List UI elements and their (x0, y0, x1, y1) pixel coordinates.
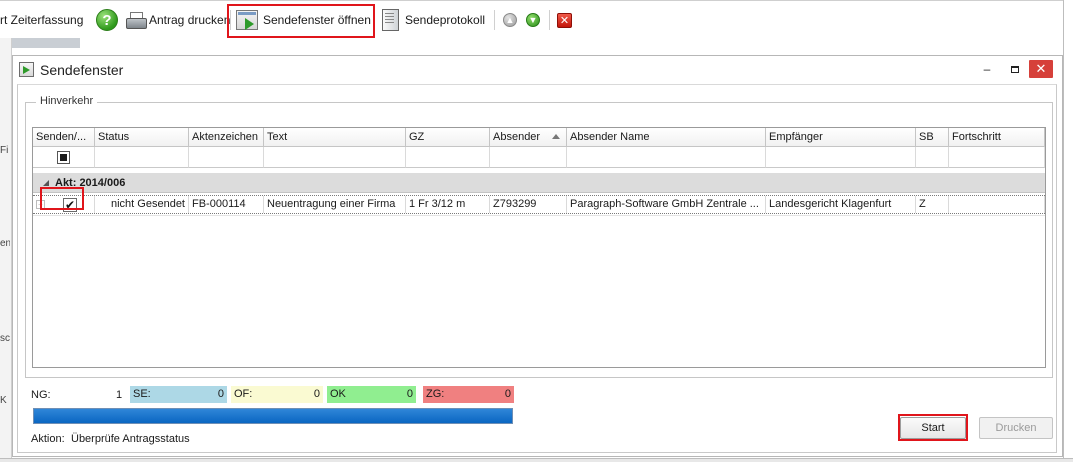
ok-label: OK (330, 388, 346, 400)
help-icon: ? (96, 9, 118, 31)
of-value: 0 (313, 388, 320, 400)
column-header-senden[interactable]: Senden/... (33, 128, 95, 147)
zg-status-box: ZG: 0 (423, 386, 514, 403)
send-progress-bar (33, 408, 513, 424)
minimize-button[interactable]: – (975, 60, 999, 78)
cell-status: nicht Gesendet (95, 196, 189, 213)
collapse-triangle-icon[interactable] (43, 180, 49, 186)
antrag-drucken-label: Antrag drucken (149, 13, 231, 27)
cell-empfaenger: Landesgericht Klagenfurt (766, 196, 916, 213)
ng-label: NG: (31, 389, 51, 401)
cell-aktenzeichen: FB-000114 (189, 196, 264, 213)
filter-cell-text[interactable] (264, 147, 406, 168)
drucken-button[interactable]: Drucken (979, 417, 1053, 439)
progress-fill (34, 409, 512, 423)
cell-absender-name: Paragraph-Software GmbH Zentrale ... (567, 196, 766, 213)
se-status-box: SE: 0 (130, 386, 227, 403)
row-divider (33, 215, 1045, 216)
cell-text: Neuentragung einer Firma (264, 196, 406, 213)
dialog-titlebar[interactable]: Sendefenster – ✕ (13, 56, 1062, 84)
se-label: SE: (133, 388, 151, 400)
cell-sb: Z (916, 196, 949, 213)
checkbox-highlight (40, 187, 84, 210)
cell-fortschritt (949, 196, 1045, 213)
ok-value: 0 (406, 388, 413, 400)
sendefenster-dialog: Sendefenster – ✕ Senden/... Status Akten… (12, 55, 1063, 457)
zeiterfassung-button[interactable]: rt Zeiterfassung (0, 1, 83, 39)
background-text-fragment: en (0, 238, 10, 249)
window-bottom-border (0, 458, 1073, 462)
arrow-up-icon: ▲ (503, 13, 517, 27)
filter-cell-gz[interactable] (406, 147, 490, 168)
hinverkehr-group-label: Hinverkehr (36, 95, 98, 107)
maximize-icon (1011, 65, 1019, 73)
column-header-fortschritt[interactable]: Fortschritt (949, 128, 1045, 147)
filter-cell-fortschritt[interactable] (949, 147, 1045, 168)
filter-cell-absender-name[interactable] (567, 147, 766, 168)
column-header-absender-name[interactable]: Absender Name (567, 128, 766, 147)
maximize-button[interactable] (1003, 60, 1027, 78)
close-app-button[interactable]: ✕ (557, 1, 572, 39)
arrow-down-icon: ▼ (526, 13, 540, 27)
antrag-drucken-button[interactable]: Antrag drucken (126, 1, 230, 39)
printer-icon (126, 12, 147, 29)
table-row[interactable]: + ✔ nicht Gesendet FB-000114 Neuentragun… (33, 195, 1045, 214)
background-text-fragment: sc (0, 333, 10, 344)
column-header-gz[interactable]: GZ (406, 128, 490, 147)
column-header-sb[interactable]: SB (916, 128, 949, 147)
action-text: Überprüfe Antragsstatus (71, 433, 190, 445)
zg-label: ZG: (426, 388, 445, 400)
cell-gz: 1 Fr 3/12 m (406, 196, 490, 213)
se-value: 0 (217, 388, 224, 400)
protocol-icon (380, 9, 400, 31)
ok-status-box: OK 0 (327, 386, 416, 403)
of-status-box: OF: 0 (231, 386, 323, 403)
filter-cell-absender[interactable] (490, 147, 567, 168)
dialog-title: Sendefenster (40, 62, 124, 78)
zg-value: 0 (504, 388, 511, 400)
cell-absender: Z793299 (490, 196, 567, 213)
toolbar-separator (549, 10, 550, 30)
column-header-status[interactable]: Status (95, 128, 189, 147)
sendeprotokoll-label: Sendeprotokoll (405, 13, 486, 27)
dialog-content: Senden/... Status Aktenzeichen Text GZ A… (17, 84, 1057, 453)
sendefenster-highlight (227, 4, 375, 38)
start-highlight (898, 414, 968, 441)
action-label: Aktion: (31, 433, 65, 445)
background-text-fragment: K (0, 395, 7, 406)
window-right-border (1063, 0, 1073, 462)
group-row-akt[interactable]: Akt: 2014/006 (33, 173, 1045, 193)
background-tab (0, 38, 80, 48)
background-text-fragment: Fi (0, 145, 9, 156)
filter-checkbox-indeterminate[interactable] (57, 151, 70, 164)
main-toolbar: rt Zeiterfassung ? Antrag drucken Sendef… (0, 0, 1073, 38)
column-header-absender[interactable]: Absender (490, 128, 567, 147)
filter-cell-empfaenger[interactable] (766, 147, 916, 168)
column-header-aktenzeichen[interactable]: Aktenzeichen (189, 128, 264, 147)
filter-cell-status[interactable] (95, 147, 189, 168)
hinverkehr-groupbox: Senden/... Status Aktenzeichen Text GZ A… (25, 102, 1053, 378)
close-red-icon: ✕ (557, 12, 572, 28)
sort-ascending-icon (552, 134, 560, 139)
move-down-button[interactable]: ▼ (526, 1, 540, 39)
of-label: OF: (234, 388, 253, 400)
move-up-button[interactable]: ▲ (503, 1, 517, 39)
ng-value: 1 (116, 389, 123, 401)
send-window-icon (19, 62, 34, 77)
send-grid: Senden/... Status Aktenzeichen Text GZ A… (32, 127, 1046, 368)
zeiterfassung-label: rt Zeiterfassung (0, 13, 84, 27)
filter-cell-senden[interactable] (33, 147, 95, 168)
help-button[interactable]: ? (96, 1, 118, 39)
filter-cell-sb[interactable] (916, 147, 949, 168)
column-header-absender-label: Absender (493, 131, 541, 143)
column-header-text[interactable]: Text (264, 128, 406, 147)
sendeprotokoll-button[interactable]: Sendeprotokoll (380, 1, 485, 39)
close-button[interactable]: ✕ (1029, 60, 1053, 78)
toolbar-separator (494, 10, 495, 30)
column-header-empfaenger[interactable]: Empfänger (766, 128, 916, 147)
filter-cell-aktenzeichen[interactable] (189, 147, 264, 168)
